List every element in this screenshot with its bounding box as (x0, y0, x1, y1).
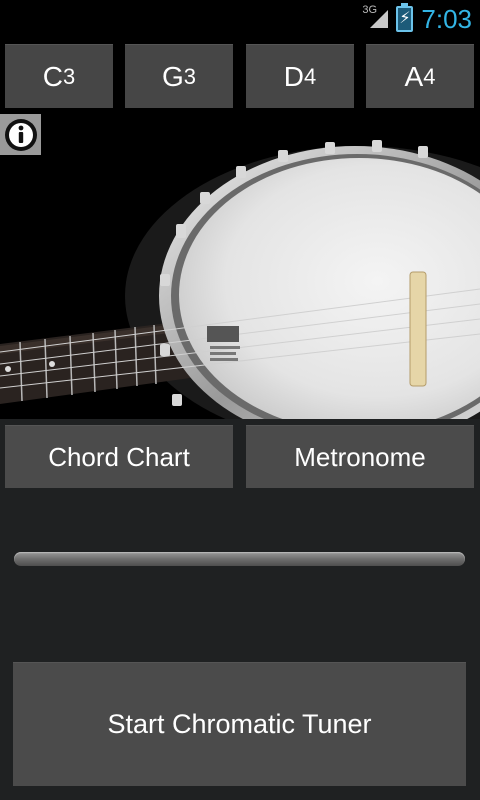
info-icon[interactable] (0, 114, 41, 155)
note-label: C (42, 60, 63, 92)
battery-charging-icon: ⚡ (396, 3, 414, 32)
banjo-illustration (0, 140, 480, 419)
metronome-button[interactable]: Metronome (246, 425, 474, 488)
status-icons: 3G ⚡ 7:03 (362, 0, 472, 38)
string-button-c3[interactable]: C3 (5, 44, 113, 108)
note-label: G (161, 60, 184, 92)
control-panel: Chord Chart Metronome Start Chromatic Tu… (0, 419, 480, 800)
string-buttons: C3 G3 D4 A4 (0, 38, 480, 114)
note-label: A (404, 60, 424, 92)
app-screen: 3G ⚡ 7:03 C3 G3 D4 A4 Chord Chart Metron… (0, 0, 480, 800)
status-bar: 3G ⚡ 7:03 (0, 0, 480, 38)
info-circle-icon (4, 118, 37, 151)
status-clock: 7:03 (421, 3, 472, 34)
start-tuner-button[interactable]: Start Chromatic Tuner (13, 662, 466, 786)
signal-icon: 3G (362, 4, 389, 32)
string-button-d4[interactable]: D4 (246, 44, 354, 108)
chord-chart-button[interactable]: Chord Chart (5, 425, 233, 488)
tuner-meter (14, 552, 465, 566)
string-button-a4[interactable]: A4 (366, 44, 474, 108)
bolt-icon: ⚡ (399, 8, 411, 27)
note-label: D (283, 60, 304, 92)
banjo-image (0, 114, 480, 419)
signal-bars (370, 10, 389, 28)
string-button-g3[interactable]: G3 (125, 44, 233, 108)
